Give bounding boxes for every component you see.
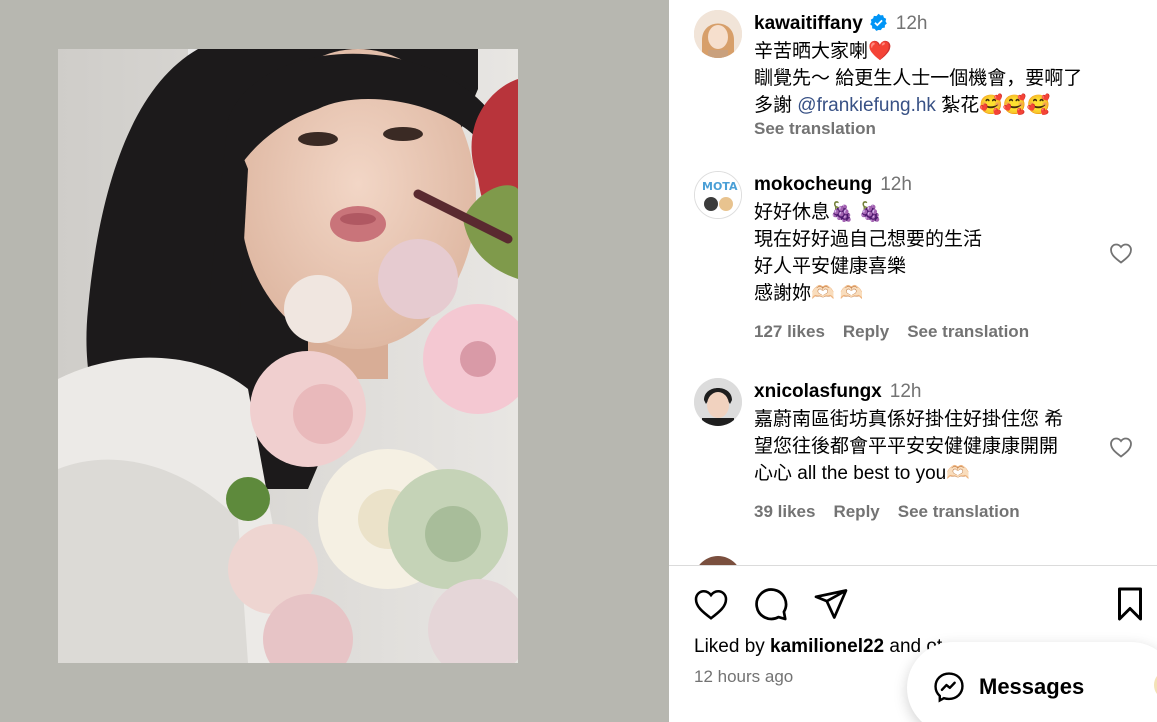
caption-line-2: 瞓覺先～ 給更生人士一個機會，要啊了	[754, 68, 1083, 89]
actions-divider	[669, 565, 1157, 566]
comment-1-time: 12h	[880, 174, 912, 195]
share-paper-plane-icon[interactable]	[813, 586, 849, 627]
comment-avatar-image-2	[694, 378, 742, 426]
comment-2-reply-button[interactable]: Reply	[833, 502, 879, 521]
like-heart-icon[interactable]	[693, 587, 729, 626]
comment-avatar-image: MOTA	[695, 172, 741, 218]
comment-1-likes[interactable]: 127 likes	[754, 322, 825, 341]
selfie-with-flowers-image	[58, 49, 518, 663]
save-bookmark-icon[interactable]	[1114, 586, 1146, 627]
verified-badge-icon	[869, 13, 888, 38]
author-username[interactable]: kawaitiffany	[754, 13, 863, 34]
likes-summary[interactable]: Liked by kamilionel22 and ot	[694, 636, 942, 658]
caption-see-translation[interactable]: See translation	[754, 119, 876, 139]
comment-1-like-heart-icon[interactable]	[1109, 242, 1133, 269]
comment-1-username[interactable]: mokocheung	[754, 174, 872, 195]
comment-2-line-2: 望您往後都會平平安安健健康康開開	[754, 436, 1059, 457]
author-avatar-image	[694, 10, 742, 58]
comment-1-reply-button[interactable]: Reply	[843, 322, 889, 341]
messages-button[interactable]: Messages	[907, 642, 1157, 722]
comment-2-like-heart-icon[interactable]	[1109, 436, 1133, 463]
author-avatar[interactable]	[694, 10, 742, 58]
comment-avatar-mokocheung[interactable]: MOTA	[694, 171, 742, 219]
comment-2-see-translation[interactable]: See translation	[898, 502, 1020, 521]
caption-line-3: 多謝 @frankiefung.hk 紮花🥰🥰🥰	[754, 92, 1050, 119]
caption-author[interactable]: kawaitiffany 12h	[754, 13, 927, 38]
likes-user[interactable]: kamilionel22	[770, 636, 884, 657]
comment-avatar-xnicolasfungx[interactable]	[694, 378, 742, 426]
caption-line-3-suffix: 紮花🥰🥰🥰	[935, 95, 1051, 116]
comment-bubble-icon[interactable]	[753, 586, 789, 627]
comment-2-likes[interactable]: 39 likes	[754, 502, 815, 521]
post-photo[interactable]	[58, 49, 518, 663]
caption-time: 12h	[895, 13, 928, 34]
comment-1-line-3: 好人平安健康喜樂	[754, 256, 907, 277]
comment-1-meta: 127 likes Reply See translation	[754, 322, 1047, 342]
instagram-post-viewer: kawaitiffany 12h 辛苦晒大家喇❤️ 瞓覺先～ 給更生人士一個機會，…	[0, 0, 1157, 722]
likes-prefix: Liked by	[694, 636, 771, 657]
comment-1-see-translation[interactable]: See translation	[907, 322, 1029, 341]
comment-1-line-4: 感謝妳🫶🏻 🫶🏻	[754, 283, 864, 304]
messages-avatar	[1152, 668, 1157, 702]
comment-1-line-2: 現在好好過自己想要的生活	[754, 229, 983, 250]
comments-list[interactable]: kawaitiffany 12h 辛苦晒大家喇❤️ 瞓覺先～ 給更生人士一個機會，…	[669, 0, 1157, 565]
caption-line-3-prefix: 多謝	[754, 95, 798, 116]
comment-2-line-1: 嘉蔚南區街坊真係好掛住好掛住您 希	[754, 409, 1064, 430]
comment-2-header: xnicolasfungx 12h	[754, 381, 921, 403]
comment-2-time: 12h	[889, 381, 922, 402]
messages-label: Messages	[979, 674, 1085, 699]
comment-2-username[interactable]: xnicolasfungx	[754, 381, 882, 402]
posted-time-ago: 12 hours ago	[694, 667, 794, 686]
comment-2-meta: 39 likes Reply See translation	[754, 502, 1038, 522]
media-panel	[0, 0, 669, 722]
messenger-icon	[932, 670, 966, 709]
comment-avatar-partial[interactable]	[694, 556, 742, 565]
svg-text:MOTA: MOTA	[702, 180, 738, 193]
post-side-panel: kawaitiffany 12h 辛苦晒大家喇❤️ 瞓覺先～ 給更生人士一個機會，…	[669, 0, 1157, 722]
comment-1-header: mokocheung 12h	[754, 174, 912, 196]
caption-line-1: 辛苦晒大家喇❤️	[754, 41, 892, 62]
comment-2-line-3: 心心 all the best to you🫶🏻	[754, 463, 970, 484]
caption-mention-link[interactable]: @frankiefung.hk	[797, 95, 936, 116]
comment-1-line-1: 好好休息🍇 🍇	[754, 202, 883, 223]
